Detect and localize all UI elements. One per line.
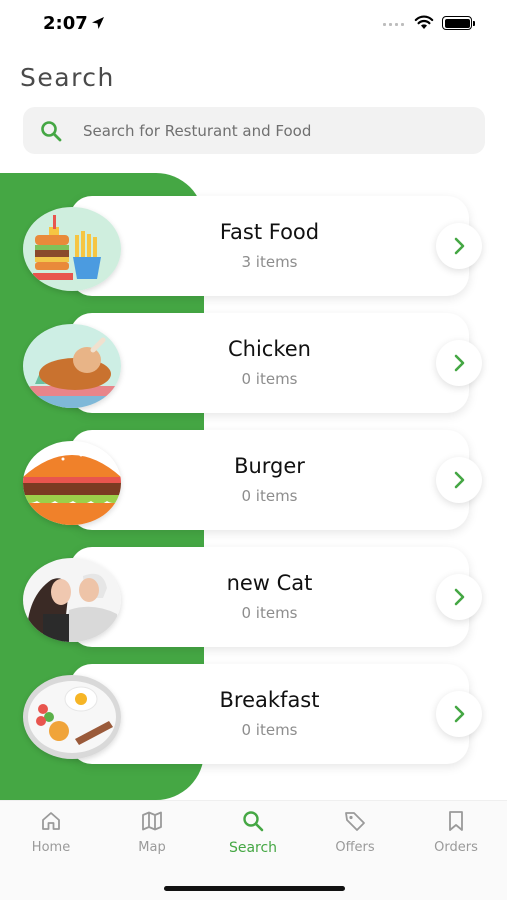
tab-map[interactable]: Map xyxy=(112,809,192,855)
tab-orders[interactable]: Orders xyxy=(416,809,496,855)
bookmark-icon xyxy=(449,811,463,831)
breakfast-image xyxy=(23,675,121,759)
battery-icon xyxy=(442,16,475,30)
open-chicken-button[interactable] xyxy=(436,340,482,386)
location-arrow-icon xyxy=(92,17,104,29)
chevron-right-icon xyxy=(454,471,465,489)
tab-label: Home xyxy=(31,840,71,855)
chicken-image xyxy=(23,324,121,408)
tab-label: Orders xyxy=(434,840,478,855)
chevron-right-icon xyxy=(454,705,465,723)
tab-search[interactable]: Search xyxy=(213,809,293,856)
category-name: new Cat xyxy=(226,571,313,595)
category-count: 0 items xyxy=(241,721,298,739)
search-field[interactable] xyxy=(23,107,485,154)
chevron-right-icon xyxy=(454,237,465,255)
couple-photo-image xyxy=(23,558,121,642)
category-card-breakfast[interactable]: Breakfast 0 items xyxy=(70,664,469,764)
tab-home[interactable]: Home xyxy=(11,809,91,855)
category-name: Breakfast xyxy=(219,688,320,712)
tab-offers[interactable]: Offers xyxy=(315,809,395,855)
search-icon xyxy=(243,811,264,832)
tab-label: Search xyxy=(228,840,278,856)
category-name: Burger xyxy=(234,454,305,478)
category-count: 3 items xyxy=(241,253,298,271)
bottom-tab-bar: Home Map Search Offers Orders xyxy=(0,800,507,900)
category-name: Fast Food xyxy=(219,220,320,244)
status-bar: 2:07 xyxy=(0,0,507,50)
search-icon xyxy=(41,121,62,142)
burger-image xyxy=(23,441,121,525)
category-count: 0 items xyxy=(241,604,298,622)
wifi-icon xyxy=(414,15,434,29)
category-count: 0 items xyxy=(241,487,298,505)
home-icon xyxy=(42,812,60,830)
category-name: Chicken xyxy=(228,337,311,361)
open-new-cat-button[interactable] xyxy=(436,574,482,620)
open-breakfast-button[interactable] xyxy=(436,691,482,737)
chevron-right-icon xyxy=(454,354,465,372)
category-card-fast-food[interactable]: Fast Food 3 items xyxy=(70,196,469,296)
category-card-new-cat[interactable]: new Cat 0 items xyxy=(70,547,469,647)
search-input[interactable] xyxy=(83,107,473,154)
tag-icon xyxy=(345,812,365,831)
tab-label: Map xyxy=(138,840,166,855)
page-title: Search xyxy=(20,63,115,92)
category-card-burger[interactable]: Burger 0 items xyxy=(70,430,469,530)
home-indicator xyxy=(164,886,345,891)
map-icon xyxy=(142,811,162,831)
category-card-chicken[interactable]: Chicken 0 items xyxy=(70,313,469,413)
status-time: 2:07 xyxy=(43,13,88,34)
open-fast-food-button[interactable] xyxy=(436,223,482,269)
chevron-right-icon xyxy=(454,588,465,606)
open-burger-button[interactable] xyxy=(436,457,482,503)
fast-food-image xyxy=(23,207,121,291)
tab-label: Offers xyxy=(335,840,375,855)
cellular-signal-icon xyxy=(383,23,404,26)
category-count: 0 items xyxy=(241,370,298,388)
